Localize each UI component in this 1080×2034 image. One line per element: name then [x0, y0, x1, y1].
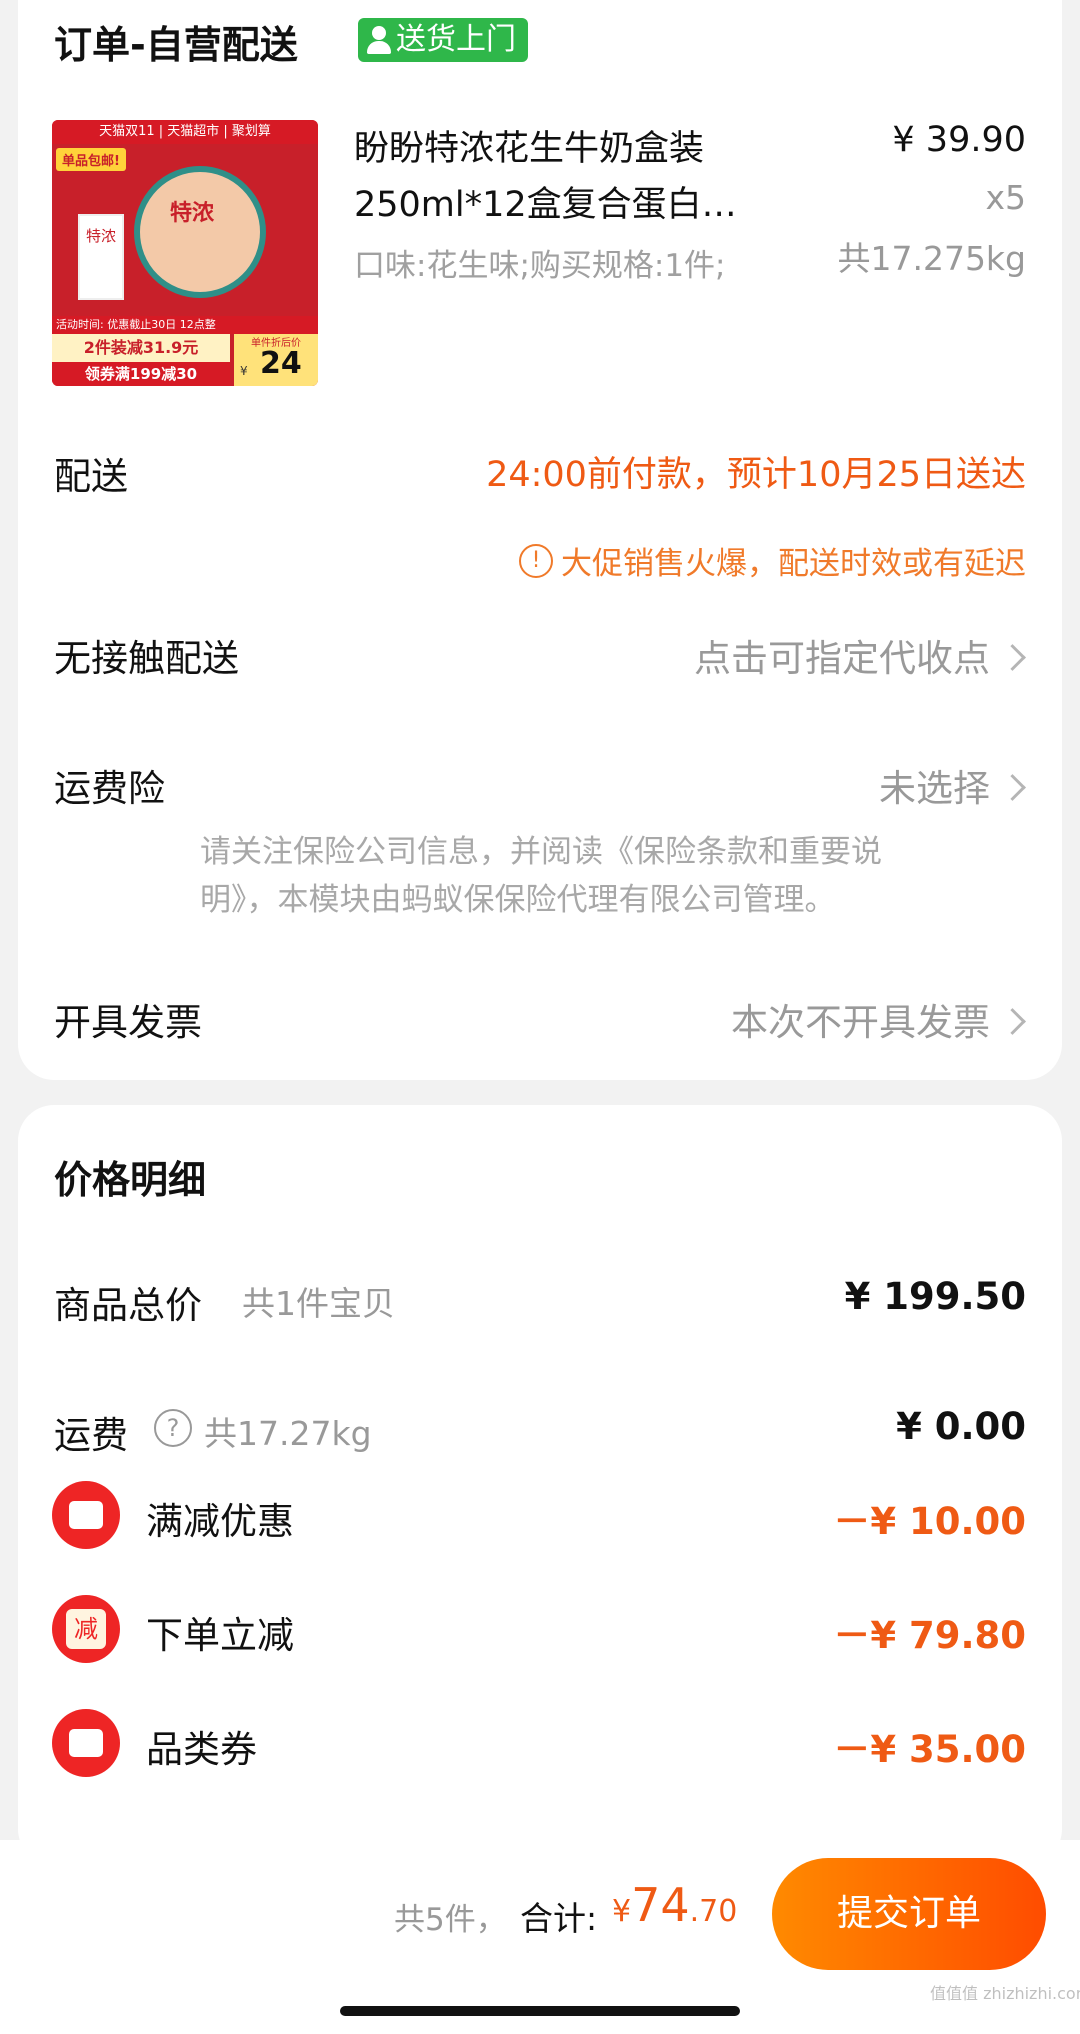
product-image-carton: 特浓 — [78, 214, 124, 300]
contactless-label: 无接触配送 — [54, 637, 239, 680]
delivery-label: 配送 — [54, 455, 128, 498]
help-icon[interactable]: ? — [154, 1409, 192, 1447]
contactless-value: 点击可指定代收点 — [694, 637, 990, 680]
product-image[interactable]: 天猫双11 | 天猫超市 | 聚划算 单品包邮! 特浓 特浓 活动时间: 优惠截… — [52, 120, 318, 386]
invoice-row[interactable]: 开具发票 本次不开具发票 — [18, 980, 1062, 1060]
insurance-label: 运费险 — [54, 767, 165, 810]
product-image-corner-tag: 单品包邮! — [56, 148, 126, 171]
product-spec[interactable]: 口味:花生味;购买规格:1件; — [354, 240, 726, 285]
insurance-row[interactable]: 运费险 未选择 — [18, 746, 1062, 826]
shipping-label: 运费 — [54, 1414, 128, 1457]
invoice-value: 本次不开具发票 — [731, 1001, 990, 1044]
shipping-value: ¥ 0.00 — [896, 1405, 1026, 1448]
product-image-brand: 特浓 — [170, 201, 215, 226]
person-icon — [366, 25, 392, 56]
delivery-badge: 送货上门 — [358, 18, 528, 62]
discount-value: －¥ 35.00 — [833, 1728, 1026, 1771]
total-amount: ¥74.70 — [612, 1878, 738, 1932]
goods-total-label: 商品总价 — [54, 1284, 202, 1327]
price-card: 价格明细 商品总价 共1件宝贝 ¥ 199.50 运费 ? 共17.27kg ¥… — [18, 1105, 1062, 1865]
product-image-promo-time: 活动时间: 优惠截止30日 12点整 — [52, 316, 318, 334]
product-image-promo-coupon: 领券满199减30 — [52, 362, 230, 386]
coupon-ticket-icon — [52, 1481, 120, 1549]
product-image-promo-discount: 2件装减31.9元 — [52, 334, 230, 362]
delay-notice: ! 大促销售火爆，配送时效或有延迟 — [519, 538, 1026, 583]
goods-total-sub: 共1件宝贝 — [242, 1284, 395, 1323]
shipping-sub: 共17.27kg — [204, 1414, 372, 1453]
insurance-note-line2: 明》，本模块由蚂蚁保保险代理有限公司管理。 — [200, 882, 836, 918]
discount-value: －¥ 10.00 — [833, 1500, 1026, 1543]
product-name-line2[interactable]: 250ml*12盒复合蛋白… — [354, 176, 737, 227]
submit-order-button[interactable]: 提交订单 — [772, 1858, 1046, 1970]
instant-discount-icon: 减 — [52, 1595, 120, 1663]
product-image-banner: 天猫双11 | 天猫超市 | 聚划算 — [52, 120, 318, 144]
discount-label: 满减优惠 — [146, 1500, 294, 1543]
product-image-price-tag: 单件折后价 ¥ 24 — [234, 334, 318, 386]
home-indicator[interactable] — [340, 2006, 740, 2016]
product-image-disc — [134, 166, 266, 298]
price-title: 价格明细 — [54, 1158, 207, 1202]
order-title: 订单-自营配送 — [54, 23, 298, 67]
warning-icon: ! — [519, 543, 553, 578]
insurance-note-line1: 请关注保险公司信息，并阅读《保险条款和重要说 — [200, 834, 882, 870]
discount-value: －¥ 79.80 — [833, 1614, 1026, 1657]
item-count: 共5件， — [394, 1902, 507, 1938]
product-name-line1[interactable]: 盼盼特浓花生牛奶盒装 — [354, 120, 704, 171]
delivery-time: 24:00前付款，预计10月25日送达 — [486, 455, 1026, 495]
chevron-right-icon — [999, 1008, 1026, 1035]
discount-label: 下单立减 — [146, 1614, 294, 1657]
goods-total-value: ¥ 199.50 — [844, 1275, 1026, 1318]
total-label: 合计: — [520, 1899, 598, 1938]
product-price: ¥ 39.90 — [892, 120, 1026, 160]
coupon-ticket-icon — [52, 1709, 120, 1777]
insurance-value: 未选择 — [879, 767, 990, 810]
order-card: 订单-自营配送 送货上门 天猫双11 | 天猫超市 | 聚划算 单品包邮! 特浓… — [18, 0, 1062, 1080]
chevron-right-icon — [999, 774, 1026, 801]
discount-label: 品类券 — [146, 1728, 257, 1771]
chevron-right-icon — [999, 644, 1026, 671]
product-qty: x5 — [985, 178, 1026, 217]
watermark: 值值值 zhizhizhi.com — [930, 1984, 1080, 2003]
contactless-row[interactable]: 无接触配送 点击可指定代收点 — [18, 616, 1062, 696]
product-weight: 共17.275kg — [837, 239, 1026, 278]
invoice-label: 开具发票 — [54, 1001, 202, 1044]
